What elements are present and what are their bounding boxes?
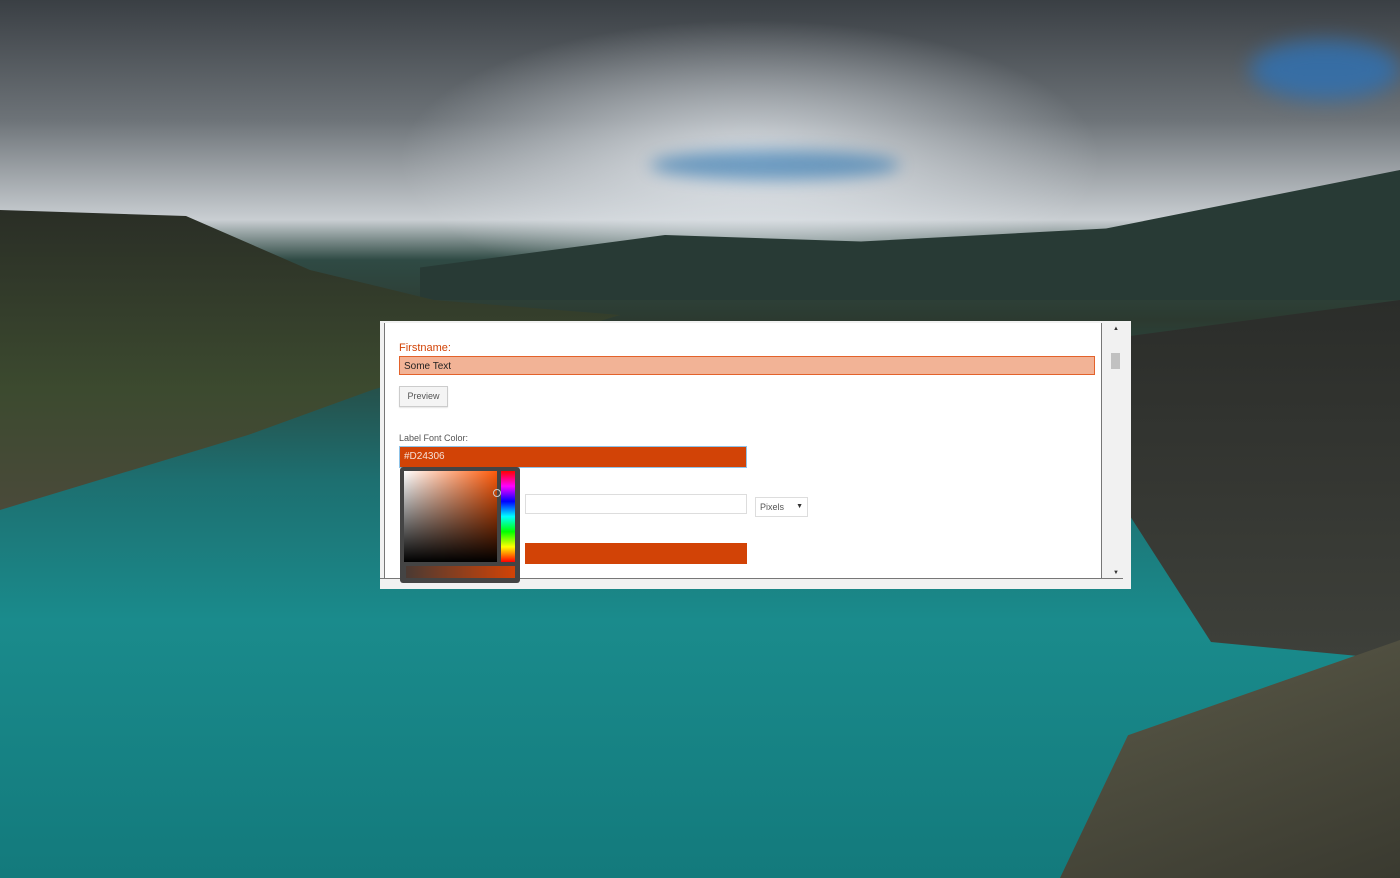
preview-button[interactable]: Preview — [399, 386, 448, 407]
hue-slider[interactable] — [501, 471, 515, 562]
font-size-input[interactable] — [525, 494, 747, 514]
scroll-down-icon[interactable]: ▼ — [1113, 570, 1119, 576]
unit-select-value: Pixels — [760, 502, 785, 512]
background-rock — [1060, 640, 1400, 878]
alpha-slider[interactable] — [406, 566, 515, 578]
background-cliff-right — [1130, 300, 1400, 660]
color-picker-popup — [400, 467, 520, 583]
unit-select[interactable]: Pixels ▼ — [755, 497, 808, 517]
background-sky — [1250, 40, 1400, 100]
firstname-label: Firstname: — [399, 342, 451, 354]
scrollbar-thumb[interactable] — [1111, 353, 1120, 369]
background-sky — [650, 150, 900, 180]
saturation-value-area[interactable] — [404, 471, 501, 562]
label-font-color-input[interactable]: #D24306 — [399, 446, 747, 468]
label-font-color-label: Label Font Color: — [399, 433, 469, 443]
scroll-up-icon[interactable]: ▲ — [1113, 326, 1119, 332]
background-hills — [420, 170, 1400, 300]
picker-cursor[interactable] — [493, 489, 501, 497]
color-input-2[interactable] — [525, 543, 747, 564]
chevron-down-icon: ▼ — [796, 503, 803, 510]
firstname-input[interactable]: Some Text — [399, 356, 1095, 375]
scrollbar[interactable]: ▲ ▼ — [1107, 323, 1127, 578]
